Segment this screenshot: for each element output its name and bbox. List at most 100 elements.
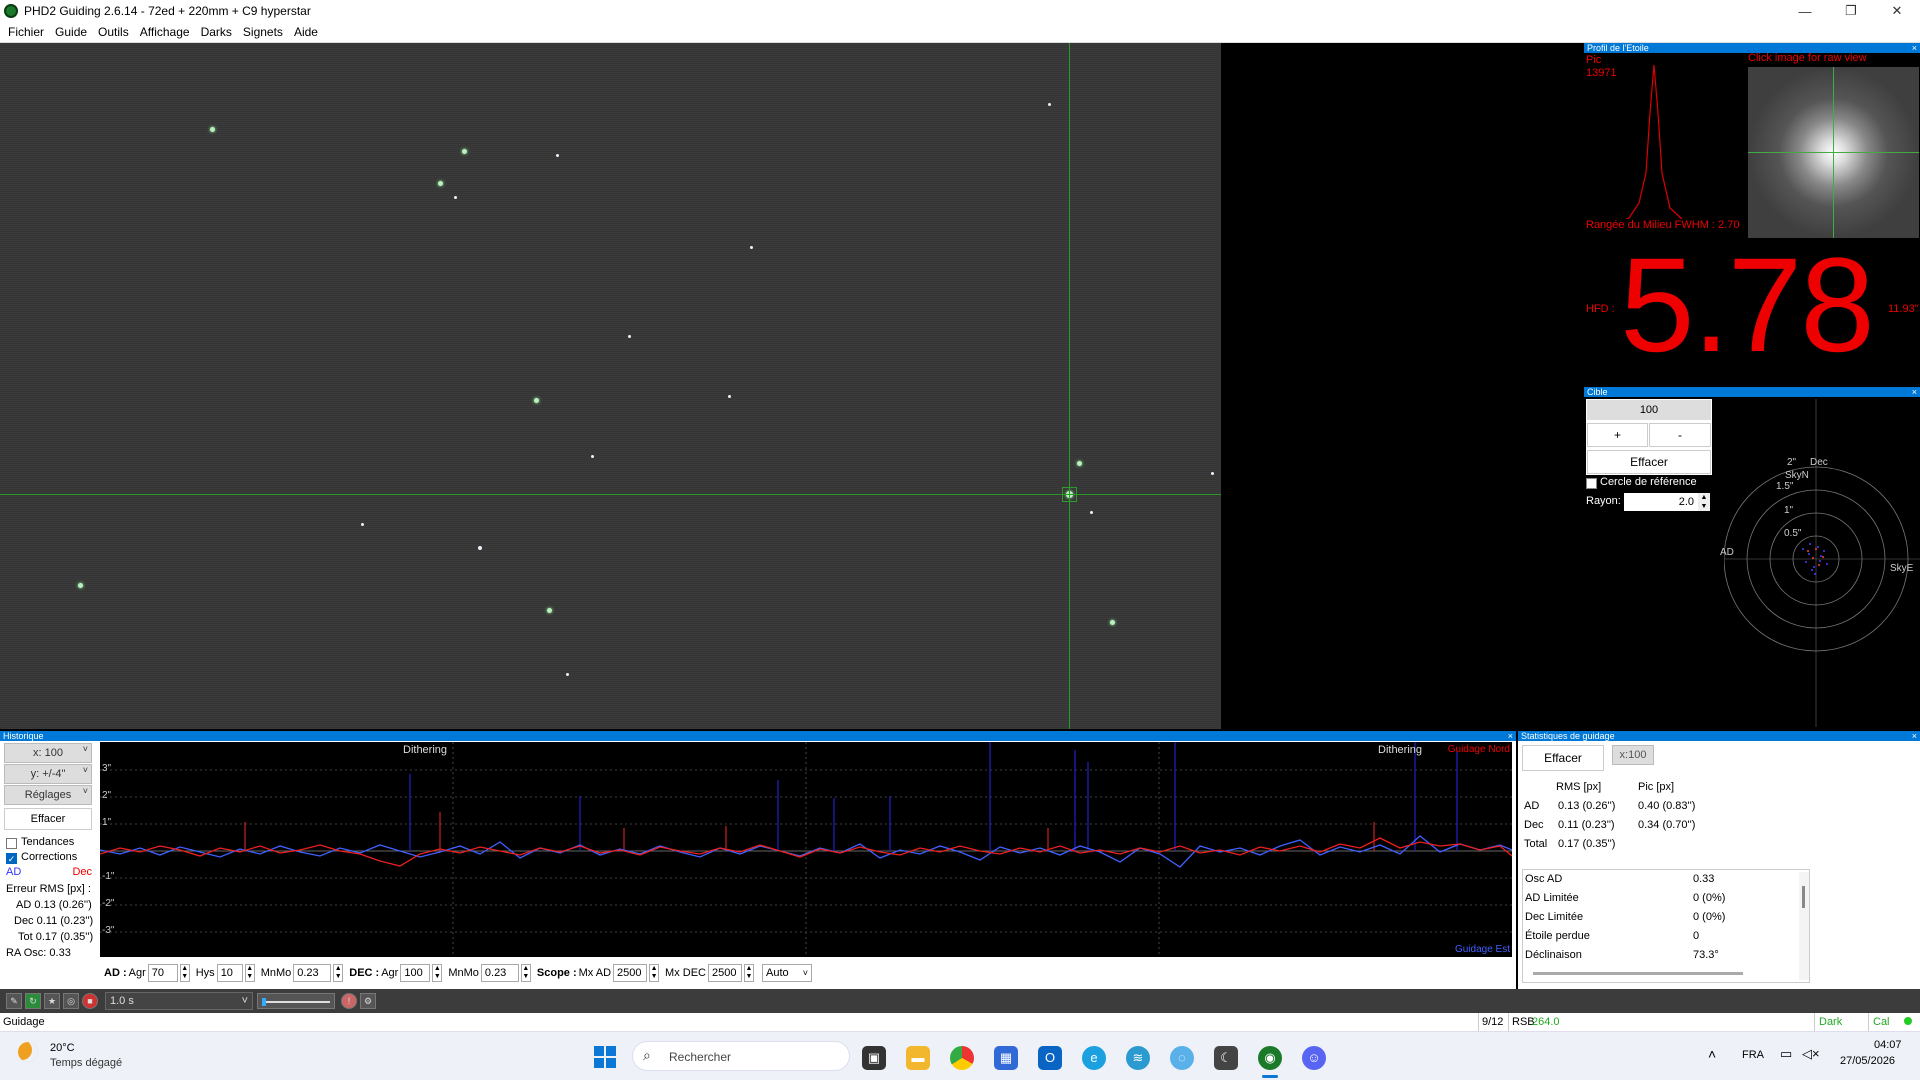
spinner[interactable]: ▲ ▼ <box>333 964 344 982</box>
minimize-button[interactable]: — <box>1782 0 1828 22</box>
weather-text[interactable]: Temps dégagé <box>50 1057 122 1069</box>
stop-icon[interactable]: ■ <box>82 993 98 1009</box>
kv-key: Déclinaison <box>1525 949 1582 961</box>
taskbar-search[interactable]: ⌕ Rechercher <box>632 1041 850 1071</box>
tray-chevron-up-icon[interactable]: ˄ <box>1708 1046 1716 1062</box>
bullseye-ad-label: AD <box>1720 547 1734 558</box>
edge-icon[interactable]: e <box>1082 1046 1106 1070</box>
stats-clear-button[interactable]: Effacer <box>1522 745 1604 771</box>
zoom-out-button[interactable]: - <box>1649 423 1711 447</box>
horizontal-scrollbar[interactable] <box>1533 972 1743 975</box>
kv-key: Osc AD <box>1525 873 1563 885</box>
close-icon[interactable]: × <box>1912 387 1917 397</box>
y-scale-select[interactable]: y: +/-4" <box>4 761 92 784</box>
clock-date[interactable]: 27/05/2026 <box>1840 1055 1895 1067</box>
trends-checkbox[interactable] <box>6 838 17 849</box>
ref-circle-checkbox[interactable] <box>1586 478 1597 489</box>
close-button[interactable]: ✕ <box>1874 0 1920 22</box>
gamma-slider[interactable] <box>257 993 335 1009</box>
spinner[interactable]: ▲ ▼ <box>179 964 190 982</box>
store-icon[interactable]: ▦ <box>994 1046 1018 1070</box>
dec-aggressiveness-input[interactable]: 100 <box>400 964 431 982</box>
ad-minmove-input[interactable]: 0.23 <box>293 964 332 982</box>
app-icon[interactable]: ≋ <box>1126 1046 1150 1070</box>
exposure-select[interactable]: 1.0 s ˅ <box>105 992 253 1010</box>
menu-darks[interactable]: Darks <box>201 25 232 39</box>
clock-time[interactable]: 04:07 <box>1874 1039 1902 1051</box>
rms-dec: Dec 0.11 (0.23'') <box>14 915 94 927</box>
language-indicator[interactable]: FRA <box>1742 1049 1764 1061</box>
radius-spinner[interactable]: ▲ ▼ <box>1698 493 1710 511</box>
file-explorer-icon[interactable]: ▬ <box>906 1046 930 1070</box>
target-zoom-select[interactable]: 100 <box>1587 400 1711 420</box>
corrections-label: Corrections <box>21 851 78 863</box>
menu-signets[interactable]: Signets <box>243 25 283 39</box>
weather-temp[interactable]: 20°C <box>50 1042 75 1054</box>
guide-target-icon[interactable]: ◎ <box>63 993 79 1009</box>
stats-kv-table: Osc AD 0.33 AD Limitée 0 (0%) Dec Limité… <box>1522 869 1810 983</box>
spinner[interactable]: ▲ ▼ <box>432 964 443 982</box>
history-panel: Historique × x: 100 y: +/-4" Réglages Eff… <box>0 731 1516 989</box>
rms-total: Tot 0.17 (0.35'') <box>18 931 94 943</box>
x-scale-select[interactable]: x: 100 <box>4 740 92 763</box>
row-name: AD <box>1524 800 1540 812</box>
app-icon[interactable]: ◌ <box>1170 1046 1194 1070</box>
settings-select[interactable]: Réglages <box>4 782 92 805</box>
trends-label: Tendances <box>21 836 75 848</box>
star <box>628 335 631 338</box>
radius-label: Rayon: <box>1586 495 1621 507</box>
spinner[interactable]: ▲ ▼ <box>520 964 531 982</box>
stellarium-icon[interactable]: ☾ <box>1214 1046 1238 1070</box>
max-ad-input[interactable]: 2500 <box>613 964 648 982</box>
star <box>750 246 753 249</box>
ad-hysteresis-input[interactable]: 10 <box>216 964 243 982</box>
close-icon[interactable]: × <box>1912 731 1917 741</box>
loop-icon[interactable]: ↻ <box>25 993 41 1009</box>
spinner[interactable]: ▲ ▼ <box>649 964 660 982</box>
star-thumbnail[interactable] <box>1748 67 1919 238</box>
guide-graph[interactable]: 3" 2" 1" -1" -2" -3" Dithering Dithering… <box>100 742 1512 957</box>
status-cal: Cal <box>1868 1013 1890 1031</box>
brain-settings-icon[interactable]: ⚙ <box>360 993 376 1009</box>
menu-aide[interactable]: Aide <box>294 25 318 39</box>
close-icon[interactable]: × <box>1912 43 1917 53</box>
zoom-in-button[interactable]: + <box>1587 423 1648 447</box>
weather-moon-icon[interactable] <box>18 1042 38 1062</box>
auto-select-star-icon[interactable]: ★ <box>44 993 60 1009</box>
phd2-taskbar-icon[interactable]: ◉ <box>1258 1046 1282 1070</box>
dec-minmove-input[interactable]: 0.23 <box>480 964 519 982</box>
alert-icon[interactable]: ! <box>341 993 357 1009</box>
task-view-icon[interactable]: ▣ <box>862 1046 886 1070</box>
chrome-icon[interactable] <box>950 1046 974 1070</box>
menu-affichage[interactable]: Affichage <box>140 25 190 39</box>
menu-guide[interactable]: Guide <box>55 25 87 39</box>
volume-muted-icon[interactable]: ◁× <box>1802 1046 1820 1062</box>
camera-image[interactable] <box>0 43 1221 729</box>
stats-scale-select[interactable]: x:100 <box>1612 745 1654 765</box>
maximize-button[interactable]: ❐ <box>1828 0 1874 22</box>
star <box>210 127 215 132</box>
ad-aggressiveness-input[interactable]: 70 <box>147 964 178 982</box>
dec-mode-select[interactable]: Auto ˅ <box>761 964 812 982</box>
outlook-icon[interactable]: O <box>1038 1046 1062 1070</box>
max-dec-input[interactable]: 2500 <box>707 964 742 982</box>
pencil-icon[interactable]: ✎ <box>6 993 22 1009</box>
spinner[interactable]: ▲ ▼ <box>244 964 255 982</box>
close-icon[interactable]: × <box>1508 731 1513 741</box>
col-rms-header: RMS [px] <box>1556 781 1602 793</box>
chevron-down-icon: ˅ <box>241 995 248 1007</box>
ad-agr-label: Agr <box>128 967 146 979</box>
kv-value: 0.33 <box>1693 873 1715 885</box>
vertical-scrollbar[interactable] <box>1799 872 1809 980</box>
menu-fichier[interactable]: Fichier <box>8 25 44 39</box>
windows-start-icon[interactable] <box>594 1046 616 1068</box>
spinner[interactable]: ▲ ▼ <box>743 964 754 982</box>
target-clear-button[interactable]: Effacer <box>1587 450 1711 474</box>
corrections-checkbox[interactable]: ✓ <box>6 853 17 864</box>
bullseye-ring-2: 2" <box>1787 457 1797 468</box>
history-clear-button[interactable]: Effacer <box>4 808 92 830</box>
menu-outils[interactable]: Outils <box>98 25 129 39</box>
radius-input[interactable]: 2.0 <box>1624 493 1698 511</box>
discord-icon[interactable]: ☺ <box>1302 1046 1326 1070</box>
network-icon[interactable]: ▭ <box>1780 1046 1792 1062</box>
